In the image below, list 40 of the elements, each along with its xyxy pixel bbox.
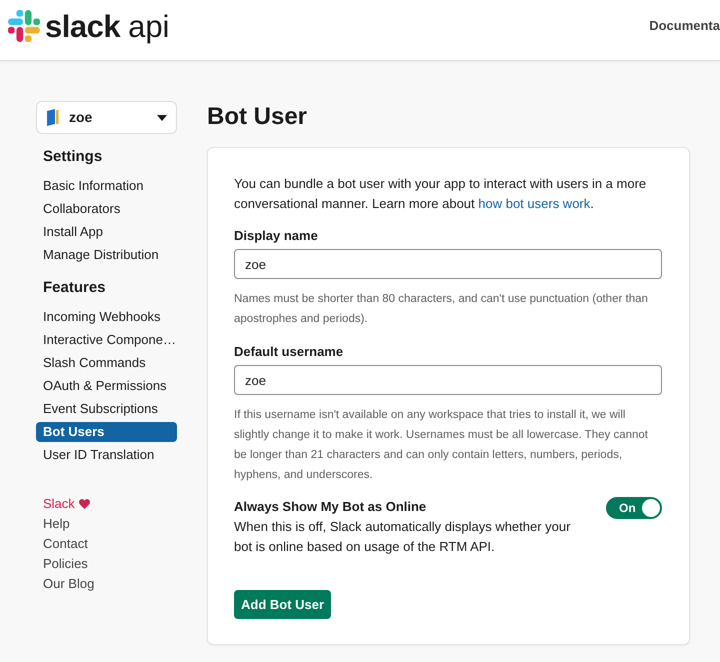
section-heading: Features — [42, 278, 107, 298]
footer-link[interactable]: Our Blog — [43, 574, 94, 594]
toggle-switch[interactable]: On — [606, 497, 662, 519]
field-label: Display name — [234, 227, 319, 245]
sidebar-item[interactable]: User ID Translation — [36, 445, 177, 465]
field-hint: If this username isn't available on any workspace that tries to install it, we will slightly change it to make it work. Usernames must be all lowercase. They cannot be longer than 21 characters and can only contain letters, numbers, periods, hyphens, and underscores. — [234, 408, 649, 483]
nav-link[interactable]: Documenta — [649, 16, 720, 36]
sidebar-item[interactable]: Collaborators — [36, 199, 177, 219]
footer-link[interactable]: Help — [43, 514, 70, 534]
text-field[interactable]: zoe — [234, 249, 662, 279]
logo-icon — [8, 10, 40, 42]
docs-link[interactable]: how bot users work — [478, 196, 590, 211]
sidebar-item[interactable]: Install App — [36, 222, 177, 242]
knob-icon — [642, 499, 660, 517]
logo-text: slack — [45, 10, 120, 42]
book-icon — [47, 109, 59, 126]
field-label: Default username — [234, 343, 344, 361]
setting-label: Always Show My Bot as Online — [234, 498, 428, 516]
page-title: Bot User — [207, 102, 308, 132]
intro-text: You can bundle a bot user with your app to interact with users in a more conversational manner. Learn more about how bot users work. — [234, 175, 648, 213]
sidebar-item[interactable]: Incoming Webhooks — [36, 307, 177, 327]
sidebar-item[interactable]: Bot Users — [36, 422, 177, 442]
sidebar-item[interactable]: Slash Commands — [36, 353, 177, 373]
sidebar-item[interactable]: Basic Information — [36, 176, 177, 196]
sidebar-item[interactable]: Event Subscriptions — [36, 399, 177, 419]
add-bot-user-button[interactable]: Add Bot User — [234, 590, 332, 619]
setting-description: When this is off, Slack automatically displays whether your bot is online based on usage of the RTM API. — [234, 518, 572, 556]
text-field[interactable]: zoe — [234, 365, 662, 395]
sidebar-item[interactable]: Manage Distribution — [36, 245, 177, 265]
logo-subtitle: api — [128, 10, 170, 42]
heart-icon — [78, 499, 90, 509]
sidebar-item[interactable]: OAuth & Permissions — [36, 376, 177, 396]
brand-link[interactable]: Slack — [43, 494, 75, 514]
footer-link[interactable]: Contact — [43, 534, 88, 554]
sidebar-item[interactable]: Interactive Compone… — [36, 330, 177, 350]
footer-link[interactable]: Policies — [43, 554, 88, 574]
field-hint: Names must be shorter than 80 characters, and can't use punctuation (other than apostrophes and periods). — [234, 292, 649, 327]
caret-icon — [157, 114, 167, 120]
section-heading: Settings — [42, 147, 104, 167]
app-selector[interactable]: zoe — [36, 101, 177, 134]
